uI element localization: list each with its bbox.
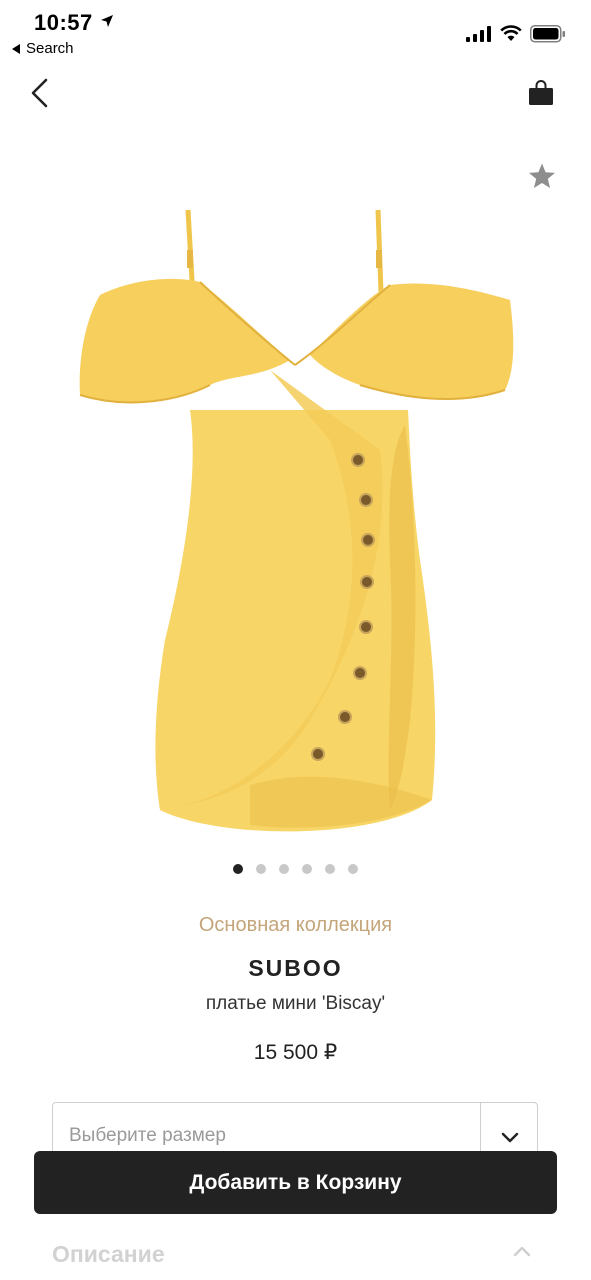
shopping-bag-icon[interactable] bbox=[528, 80, 554, 106]
image-carousel-dots bbox=[0, 864, 591, 874]
carousel-dot[interactable] bbox=[256, 864, 266, 874]
star-icon[interactable] bbox=[528, 162, 556, 190]
wifi-icon bbox=[500, 25, 522, 41]
back-app-label: Search bbox=[26, 40, 74, 57]
add-to-cart-button[interactable]: Добавить в Корзину bbox=[34, 1151, 557, 1214]
battery-icon bbox=[530, 25, 565, 43]
chevron-left-icon[interactable] bbox=[28, 78, 52, 108]
product-image[interactable] bbox=[60, 200, 530, 850]
cellular-signal-icon bbox=[466, 26, 491, 42]
location-arrow-icon bbox=[101, 15, 113, 27]
chevron-up-icon[interactable] bbox=[510, 1240, 534, 1264]
collection-label[interactable]: Основная коллекция bbox=[0, 914, 591, 937]
description-heading[interactable]: Описание bbox=[52, 1241, 165, 1268]
size-select-placeholder: Выберите размер bbox=[69, 1125, 226, 1146]
carousel-dot[interactable] bbox=[325, 864, 335, 874]
chevron-down-icon bbox=[501, 1132, 519, 1143]
carousel-dot-active[interactable] bbox=[233, 864, 243, 874]
carousel-dot[interactable] bbox=[279, 864, 289, 874]
back-to-app-link[interactable]: Search bbox=[12, 40, 74, 57]
carousel-dot[interactable] bbox=[348, 864, 358, 874]
back-triangle-icon bbox=[12, 43, 20, 54]
product-name: платье мини 'Biscay' bbox=[205, 993, 386, 1014]
carousel-dot[interactable] bbox=[302, 864, 312, 874]
brand-name[interactable]: SUBOO bbox=[0, 955, 591, 982]
status-time: 10:57 bbox=[34, 10, 93, 35]
product-price: 15 500 ₽ bbox=[253, 1041, 338, 1064]
